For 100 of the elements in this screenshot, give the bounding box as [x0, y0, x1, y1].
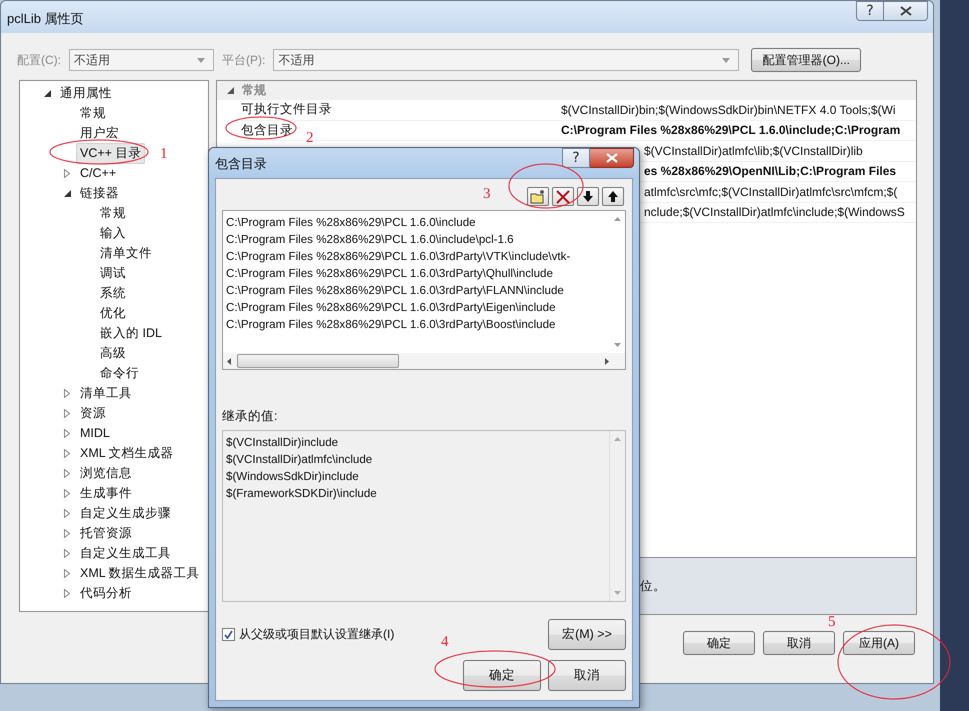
platform-value: 不适用	[278, 52, 314, 68]
annotation-number: 1	[160, 146, 168, 163]
inherited-item: $(VCInstallDir)atlmfc\include	[226, 452, 374, 468]
close-button[interactable]	[590, 148, 634, 168]
tree-item[interactable]: 嵌入的 IDL	[96, 322, 166, 344]
description-text: 位。	[640, 578, 666, 594]
tree-item[interactable]: VC++ 目录	[76, 142, 146, 164]
collapsed-arrow-icon[interactable]	[64, 408, 70, 418]
new-folder-button[interactable]	[527, 187, 549, 206]
dialog-button[interactable]: 取消	[763, 631, 835, 655]
scroll-up-icon[interactable]	[614, 437, 621, 441]
tree-item[interactable]: 自定义生成工具	[76, 542, 175, 564]
tree-item[interactable]: 链接器	[76, 182, 123, 204]
horizontal-scrollbar[interactable]	[223, 353, 625, 369]
inherited-item: $(VCInstallDir)include	[226, 435, 340, 451]
collapsed-arrow-icon[interactable]	[64, 548, 70, 558]
collapsed-arrow-icon[interactable]	[64, 568, 70, 578]
collapsed-arrow-icon[interactable]	[64, 528, 70, 538]
scroll-up-icon[interactable]	[614, 217, 621, 221]
property-name[interactable]: 可执行文件目录	[241, 102, 332, 116]
tree-item[interactable]: 清单文件	[96, 242, 156, 264]
directory-item[interactable]: C:\Program Files %28x86%29\PCL 1.6.0\3rdParty\Boost\include	[226, 316, 610, 333]
category-label: 常规	[242, 82, 266, 99]
directory-item[interactable]: C:\Program Files %28x86%29\PCL 1.6.0\include\pcl-1.6	[226, 231, 610, 248]
tree-item[interactable]: 常规	[96, 202, 130, 224]
collapsed-arrow-icon[interactable]	[64, 488, 70, 498]
tree-item[interactable]: 清单工具	[76, 382, 136, 404]
collapsed-arrow-icon[interactable]	[64, 428, 70, 438]
tree-item[interactable]: XML 数据生成器工具	[76, 562, 204, 584]
close-button[interactable]	[884, 1, 928, 21]
scroll-right-icon[interactable]	[605, 358, 609, 364]
scroll-down-icon[interactable]	[614, 591, 621, 595]
down-arrow-icon	[583, 191, 593, 202]
property-value[interactable]: $(VCInstallDir)bin;$(WindowsSdkDir)bin\NETFX 4.0 Tools;$(Wi	[561, 102, 896, 117]
tree-item[interactable]: 命令行	[96, 362, 143, 384]
move-down-button[interactable]	[577, 187, 599, 206]
tree-item[interactable]: 输入	[96, 222, 130, 244]
macros-button[interactable]: 宏(M) >>	[548, 619, 626, 650]
move-up-button[interactable]	[602, 187, 624, 206]
property-value[interactable]: C:\Program Files %28x86%29\PCL 1.6.0\include;C:\Program	[561, 123, 900, 138]
dropdown-arrow-icon	[197, 58, 205, 62]
tree-item[interactable]: 浏览信息	[76, 462, 136, 484]
help-button[interactable]: ?	[856, 1, 884, 21]
tree-item[interactable]: MIDL	[76, 424, 114, 442]
expanded-arrow-icon[interactable]	[64, 190, 71, 196]
dropdown-arrow-icon	[722, 58, 730, 62]
collapsed-arrow-icon[interactable]	[64, 588, 70, 598]
scroll-left-icon[interactable]	[227, 358, 231, 364]
tree-item[interactable]: 资源	[76, 402, 110, 424]
dialog-button[interactable]: 取消	[548, 660, 626, 691]
close-icon	[900, 6, 912, 16]
close-icon	[606, 153, 618, 163]
tree-item[interactable]: 托管资源	[76, 522, 136, 544]
directory-item[interactable]: C:\Program Files %28x86%29\PCL 1.6.0\3rdParty\Eigen\include	[226, 299, 610, 316]
directory-item[interactable]: C:\Program Files %28x86%29\PCL 1.6.0\3rdParty\FLANN\include	[226, 282, 610, 299]
tree-item[interactable]: XML 文档生成器	[76, 442, 178, 464]
tree-item[interactable]: 通用属性	[56, 82, 116, 104]
annotation-number: 5	[828, 614, 836, 631]
scroll-thumb[interactable]	[237, 354, 399, 368]
dialog-button[interactable]: 确定	[683, 631, 755, 655]
tree-item[interactable]: 常规	[76, 102, 110, 124]
help-button[interactable]: ?	[562, 148, 590, 168]
expanded-arrow-icon[interactable]	[227, 87, 234, 94]
tree-item[interactable]: 调试	[96, 262, 130, 284]
folder-icon	[530, 190, 546, 204]
inherited-item: $(WindowsSdkDir)include	[226, 469, 360, 485]
inherited-values-label: 继承的值:	[222, 408, 278, 425]
tree-item[interactable]: C/C++	[76, 164, 120, 182]
collapsed-arrow-icon[interactable]	[64, 508, 70, 518]
annotation-number: 3	[483, 186, 490, 203]
inherit-checkbox-label[interactable]: 从父级或项目默认设置继承(I)	[239, 626, 394, 643]
tree-item[interactable]: 高级	[96, 342, 130, 364]
directory-item[interactable]: C:\Program Files %28x86%29\PCL 1.6.0\include	[226, 214, 610, 231]
tree-item[interactable]: 代码分析	[76, 582, 136, 604]
tree-item[interactable]: 自定义生成步骤	[76, 502, 175, 524]
dialog-button[interactable]: 应用(A)	[843, 631, 915, 655]
collapsed-arrow-icon[interactable]	[64, 388, 70, 398]
configuration-manager-button[interactable]: 配置管理器(O)...	[751, 48, 862, 72]
collapsed-arrow-icon[interactable]	[64, 468, 70, 478]
collapsed-arrow-icon[interactable]	[64, 448, 70, 458]
tree-item[interactable]: 优化	[96, 302, 130, 324]
annotation-number: 2	[306, 130, 314, 147]
directory-item[interactable]: C:\Program Files %28x86%29\PCL 1.6.0\3rdParty\Qhull\include	[226, 265, 610, 282]
window-title: pclLib 属性页	[7, 10, 84, 28]
tree-item[interactable]: 系统	[96, 282, 130, 304]
delete-icon	[556, 190, 570, 204]
dialog-button[interactable]: 确定	[463, 660, 541, 691]
expanded-arrow-icon[interactable]	[44, 90, 51, 96]
scroll-down-icon[interactable]	[614, 343, 621, 347]
inherited-item: $(FrameworkSDKDir)\include	[226, 486, 378, 502]
delete-button[interactable]	[552, 187, 574, 206]
tree-item[interactable]: 生成事件	[76, 482, 136, 504]
dialog-title: 包含目录	[215, 155, 267, 173]
inherit-checkbox[interactable]	[222, 628, 235, 641]
annotation-number: 4	[441, 634, 448, 651]
up-arrow-icon	[608, 191, 618, 202]
collapsed-arrow-icon[interactable]	[64, 168, 70, 178]
config-value: 不适用	[74, 52, 110, 68]
directory-item[interactable]: C:\Program Files %28x86%29\PCL 1.6.0\3rdParty\VTK\include\vtk-	[226, 248, 610, 265]
tree-item[interactable]: 用户宏	[76, 122, 123, 144]
